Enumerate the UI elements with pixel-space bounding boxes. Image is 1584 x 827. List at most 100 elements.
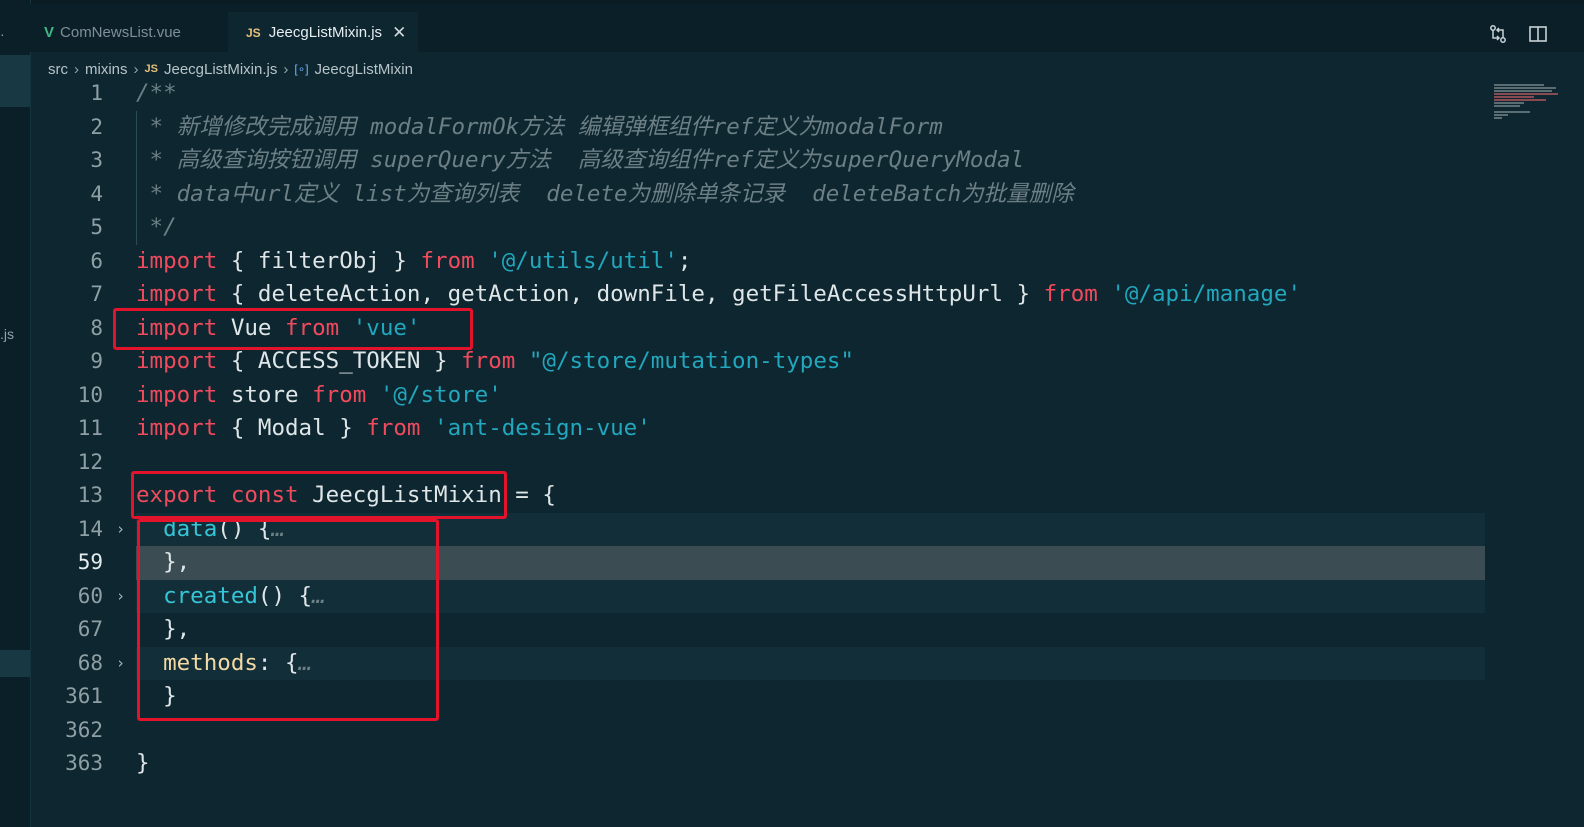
code-token: { filterObj } xyxy=(217,247,421,274)
chevron-right-icon: › xyxy=(283,60,289,78)
code-text: import { filterObj } from '@/utils/util'… xyxy=(136,245,691,279)
breadcrumb-mixins[interactable]: mixins xyxy=(85,61,128,78)
tab-label: ComNewsList.vue xyxy=(60,23,181,41)
code-line[interactable]: 10 import store from '@/store' xyxy=(30,379,1490,413)
code-line[interactable]: 363} xyxy=(30,747,1490,781)
breadcrumb-file[interactable]: JeecgListMixin.js xyxy=(164,61,277,78)
code-line[interactable]: 5 */ xyxy=(30,211,1490,245)
code-token: from xyxy=(1043,281,1098,307)
code-token: import xyxy=(136,381,218,408)
line-number: 5 xyxy=(90,215,103,239)
tab-comnewslist-vue[interactable]: V ComNewsList.vue xyxy=(44,12,181,52)
line-number: 7 xyxy=(90,282,103,306)
sidebar-file-suffix[interactable]: .js xyxy=(0,326,14,342)
line-number: 3 xyxy=(90,148,103,172)
code-token: import xyxy=(136,281,218,307)
code-text: import { Modal } from 'ant-design-vue' xyxy=(136,412,651,446)
fold-chevron-icon[interactable]: › xyxy=(116,647,125,681)
mixin-body-highlight xyxy=(137,519,439,721)
code-token: import xyxy=(136,247,218,274)
line-number: 13 xyxy=(77,483,103,507)
line-number: 4 xyxy=(90,181,103,206)
code-token: from xyxy=(366,415,421,441)
vertical-scrollbar[interactable] xyxy=(1566,82,1584,827)
code-line[interactable]: 2 * 新增修改完成调用 modalFormOk方法 编辑弹框组件ref定义为m… xyxy=(30,111,1490,145)
line-number: 9 xyxy=(90,349,103,373)
code-line[interactable]: 11 import { Modal } from 'ant-design-vue' xyxy=(30,412,1490,446)
code-token: 'ant-design-vue' xyxy=(434,415,651,441)
sidebar-selected-item[interactable] xyxy=(0,55,30,107)
line-number: 363 xyxy=(65,751,103,775)
code-token: import xyxy=(136,348,218,374)
code-text: /** xyxy=(136,77,177,111)
fold-chevron-icon[interactable]: › xyxy=(116,513,125,547)
symbol-variable-icon: [∘] xyxy=(294,62,309,76)
code-token: { ACCESS_TOKEN } xyxy=(217,348,462,374)
js-icon: JS xyxy=(144,63,158,75)
line-number: 67 xyxy=(77,617,103,641)
vue-icon: V xyxy=(44,23,55,41)
line-number: 60 xyxy=(77,583,103,608)
line-number: 6 xyxy=(90,248,103,273)
code-token: { Modal } xyxy=(217,415,367,441)
code-line[interactable]: 7 import { deleteAction, getAction, downF… xyxy=(30,278,1490,312)
line-number: 8 xyxy=(90,315,103,340)
code-token: '@/utils/util' xyxy=(488,247,678,274)
code-text: } xyxy=(136,747,150,781)
code-token: store xyxy=(217,381,313,408)
code-line[interactable]: 6 import { filterObj } from '@/utils/util… xyxy=(30,245,1490,279)
close-icon[interactable]: ✕ xyxy=(392,23,406,43)
code-token: '@/api/manage' xyxy=(1111,281,1301,307)
fold-chevron-icon[interactable]: › xyxy=(116,580,125,614)
js-icon: JS xyxy=(246,25,261,40)
code-token: * 高级查询按钮调用 superQuery方法 高级查询组件ref定义为supe… xyxy=(136,147,1025,173)
code-line[interactable]: 3 * 高级查询按钮调用 superQuery方法 高级查询组件ref定义为su… xyxy=(30,144,1490,178)
code-text: */ xyxy=(136,211,177,245)
line-number: 59 xyxy=(77,550,103,574)
code-text: import store from '@/store' xyxy=(136,379,502,413)
code-token: /** xyxy=(136,80,177,106)
chevron-right-icon: › xyxy=(74,60,79,78)
code-token: { deleteAction, getAction, downFile, get… xyxy=(217,281,1044,307)
code-line[interactable]: 1 /** xyxy=(30,77,1490,111)
editor-tab-bar: V ComNewsList.vue JS JeecgListMixin.js ✕ xyxy=(30,4,1584,55)
code-token: * data中url定义 list为查询列表 delete为删除单条记录 del… xyxy=(136,180,1074,207)
code-token: } xyxy=(136,750,150,776)
line-number: 362 xyxy=(65,717,103,742)
code-token: import xyxy=(136,415,218,441)
code-text: * 高级查询按钮调用 superQuery方法 高级查询组件ref定义为supe… xyxy=(136,144,1025,178)
code-token: ; xyxy=(677,247,692,274)
code-text: * 新增修改完成调用 modalFormOk方法 编辑弹框组件ref定义为mod… xyxy=(136,111,943,145)
code-line[interactable]: 9 import { ACCESS_TOKEN } from "@/store/m… xyxy=(30,345,1490,379)
tab-label: JeecgListMixin.js xyxy=(268,24,383,41)
line-number: 68 xyxy=(77,650,103,675)
breadcrumb-src[interactable]: src xyxy=(48,61,68,78)
line-number: 11 xyxy=(77,416,103,440)
line-number: 10 xyxy=(77,382,103,407)
code-text: import { ACCESS_TOKEN } from "@/store/mu… xyxy=(136,345,854,379)
code-token: from xyxy=(420,247,475,274)
line-number: 361 xyxy=(65,684,103,708)
sidebar-dot: · xyxy=(0,26,5,42)
code-line[interactable]: 4 * data中url定义 list为查询列表 delete为删除单条记录 d… xyxy=(30,178,1490,212)
compare-changes-icon[interactable] xyxy=(1488,24,1508,44)
code-token: * 新增修改完成调用 modalFormOk方法 编辑弹框组件ref定义为mod… xyxy=(136,113,943,140)
explorer-sidebar: · .js xyxy=(0,0,31,827)
sidebar-selected-file[interactable] xyxy=(0,650,30,677)
split-editor-icon[interactable] xyxy=(1528,24,1548,44)
import-vue-highlight xyxy=(113,308,473,350)
line-number: 12 xyxy=(77,449,103,474)
code-text: * data中url定义 list为查询列表 delete为删除单条记录 del… xyxy=(136,178,1074,212)
tab-jeecglistmixin-js[interactable]: JS JeecgListMixin.js ✕ xyxy=(228,12,418,55)
code-token: '@/store' xyxy=(379,381,502,408)
breadcrumb-symbol[interactable]: JeecgListMixin xyxy=(315,61,413,78)
code-token: "@/store/mutation-types" xyxy=(528,348,854,374)
line-number: 1 xyxy=(90,81,103,105)
line-number: 2 xyxy=(90,114,103,139)
minimap[interactable] xyxy=(1492,82,1562,142)
code-text: import { deleteAction, getAction, downFi… xyxy=(136,278,1301,312)
code-token: from xyxy=(312,381,367,408)
